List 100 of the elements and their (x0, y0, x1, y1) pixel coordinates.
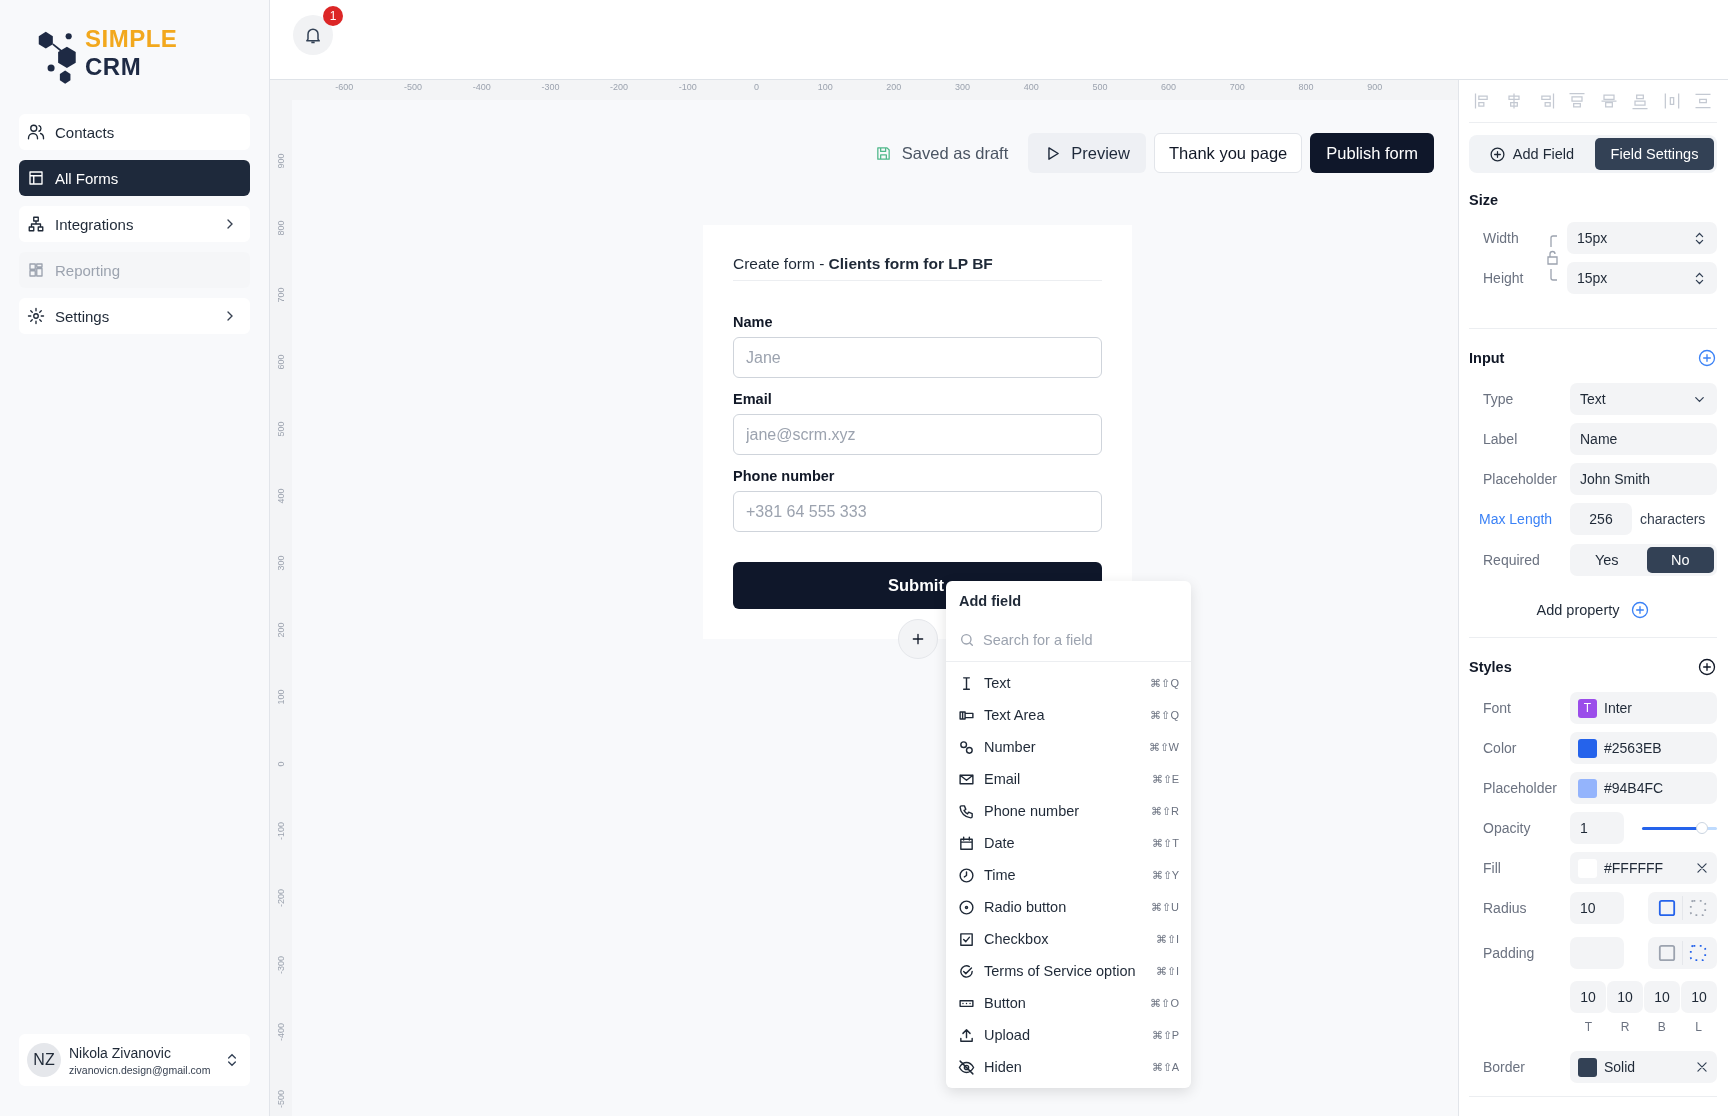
menu-item[interactable]: Text Area ⌘⇧Q (946, 699, 1191, 731)
color-picker[interactable]: #94B4FC (1570, 772, 1717, 804)
menu-item[interactable]: Time ⌘⇧Y (946, 859, 1191, 891)
number-stepper[interactable]: 15px (1567, 222, 1717, 254)
ruler-label: -300 (541, 81, 560, 94)
logo-wordmark: SIMPLE CRM (85, 25, 178, 81)
color-picker[interactable]: Solid (1570, 1051, 1717, 1083)
placeholder-input[interactable]: John Smith (1570, 463, 1717, 495)
ruler-label: -500 (276, 1089, 286, 1108)
field-label: Height (1482, 270, 1525, 286)
nav-item[interactable]: Settings (19, 298, 250, 334)
search-icon (959, 632, 975, 648)
ruler-label: -200 (610, 81, 629, 94)
save-icon (874, 144, 892, 162)
tab[interactable]: Add Field (1472, 138, 1591, 170)
tab[interactable]: Field Settings (1595, 138, 1714, 170)
upload-icon (958, 1026, 975, 1044)
menu-item[interactable]: Text ⌘⇧Q (946, 667, 1191, 699)
ruler-label: 700 (276, 287, 286, 302)
field-label: Width (1482, 230, 1520, 246)
menu-item[interactable]: Email ⌘⇧E (946, 763, 1191, 795)
keyboard-shortcut: ⌘⇧A (1151, 1060, 1179, 1074)
input-field[interactable]: Jane (733, 337, 1102, 378)
label-input[interactable]: Name (1570, 423, 1717, 455)
menu-item[interactable]: Checkbox ⌘⇧I (946, 923, 1191, 955)
ruler-label: -600 (335, 81, 354, 94)
user-avatar: NZ (27, 1043, 61, 1077)
add-field-button[interactable] (898, 619, 938, 659)
color-picker[interactable]: #FFFFFF (1570, 852, 1717, 884)
radio-icon (958, 898, 975, 916)
opacity-input[interactable]: 1 (1570, 812, 1624, 844)
padding-value-input[interactable]: 10 (1607, 981, 1643, 1013)
ruler-label: 900 (1367, 81, 1383, 94)
user-email: zivanovicn.design@gmail.com (69, 1063, 212, 1076)
input-field[interactable]: +381 64 555 333 (733, 491, 1102, 532)
keyboard-shortcut: ⌘⇧Y (1151, 868, 1179, 882)
font-picker[interactable]: T Inter (1570, 692, 1717, 724)
close-icon[interactable] (1695, 861, 1709, 875)
type-dropdown[interactable]: Text (1570, 383, 1717, 415)
ruler-label: -400 (472, 81, 491, 94)
ruler-label: 600 (1161, 81, 1177, 94)
field-label: Name (733, 313, 774, 332)
clock-icon (958, 866, 975, 884)
padding-value-input[interactable]: 10 (1570, 981, 1606, 1013)
number-stepper[interactable]: 15px (1567, 262, 1717, 294)
radius-input[interactable]: 10 (1570, 892, 1624, 924)
menu-item[interactable]: Button ⌘⇧O (946, 987, 1191, 1019)
menu-item[interactable]: Phone number ⌘⇧R (946, 795, 1191, 827)
field-label[interactable]: Max Length (1469, 511, 1570, 527)
phone-icon (958, 802, 975, 820)
field-label: Placeholder (1482, 780, 1558, 796)
field-label: Fill (1482, 860, 1502, 876)
thank-you-page-button[interactable]: Thank you page (1153, 133, 1303, 173)
keyboard-shortcut: ⌘⇧O (1150, 996, 1179, 1010)
field-label: Required (1482, 552, 1541, 568)
padding-value-input[interactable]: 10 (1681, 981, 1717, 1013)
notification-count: 1 (323, 5, 343, 26)
linked-circles-icon (958, 738, 975, 756)
padding-value-input[interactable]: 10 (1644, 981, 1680, 1013)
keyboard-shortcut: ⌘⇧R (1151, 804, 1179, 818)
dashboard-icon (27, 261, 45, 279)
menu-item[interactable]: Number ⌘⇧W (946, 731, 1191, 763)
menu-item[interactable]: Hiden ⌘⇧A (946, 1051, 1191, 1083)
plus-icon (910, 631, 926, 647)
layout-icon (27, 169, 45, 187)
ruler-label: 400 (276, 488, 286, 503)
side-label: R (1619, 1020, 1631, 1034)
nav-item[interactable]: Integrations (19, 206, 250, 242)
users-icon (27, 123, 45, 141)
menu-item[interactable]: Terms of Service option ⌘⇧I (946, 955, 1191, 987)
keyboard-shortcut: ⌘⇧I (1155, 964, 1179, 978)
menu-item[interactable]: Radio button ⌘⇧U (946, 891, 1191, 923)
search-field[interactable]: Search for a field (983, 632, 1163, 648)
preview-button[interactable]: Preview (1028, 133, 1146, 173)
close-icon[interactable] (1695, 1060, 1709, 1074)
field-label: Border (1482, 1059, 1527, 1075)
font-badge: T (1578, 698, 1597, 718)
toggle-option[interactable]: Yes (1573, 547, 1641, 573)
keyboard-shortcut: ⌘⇧P (1151, 1028, 1179, 1042)
ruler-label: 700 (1229, 81, 1245, 94)
ruler-label: 300 (955, 81, 971, 94)
toggle-option[interactable]: No (1646, 547, 1714, 573)
menu-item[interactable]: Date ⌘⇧T (946, 827, 1191, 859)
nav-item[interactable]: Contacts (19, 114, 250, 150)
ruler-label: 600 (276, 354, 286, 369)
nav-item[interactable]: All Forms (19, 160, 250, 196)
color-picker[interactable]: #2563EB (1570, 732, 1717, 764)
ruler-label: -500 (404, 81, 423, 94)
max-length-input[interactable]: 256 (1570, 503, 1632, 535)
user-card[interactable]: NZ Nikola Zivanovic zivanovicn.design@gmail.com (19, 1034, 250, 1086)
field-label: Opacity (1482, 820, 1532, 836)
field-label: Label (1482, 431, 1519, 447)
add-property-link[interactable]: Add property (1536, 602, 1620, 618)
publish-form-button[interactable]: Publish form (1310, 133, 1434, 173)
section-title: Input (1469, 349, 1505, 368)
input-field[interactable]: jane@scrm.xyz (733, 414, 1102, 455)
ruler-label: 200 (276, 622, 286, 637)
menu-item[interactable]: Upload ⌘⇧P (946, 1019, 1191, 1051)
ruler-label: 800 (276, 220, 286, 235)
ruler-label: 500 (276, 421, 286, 436)
